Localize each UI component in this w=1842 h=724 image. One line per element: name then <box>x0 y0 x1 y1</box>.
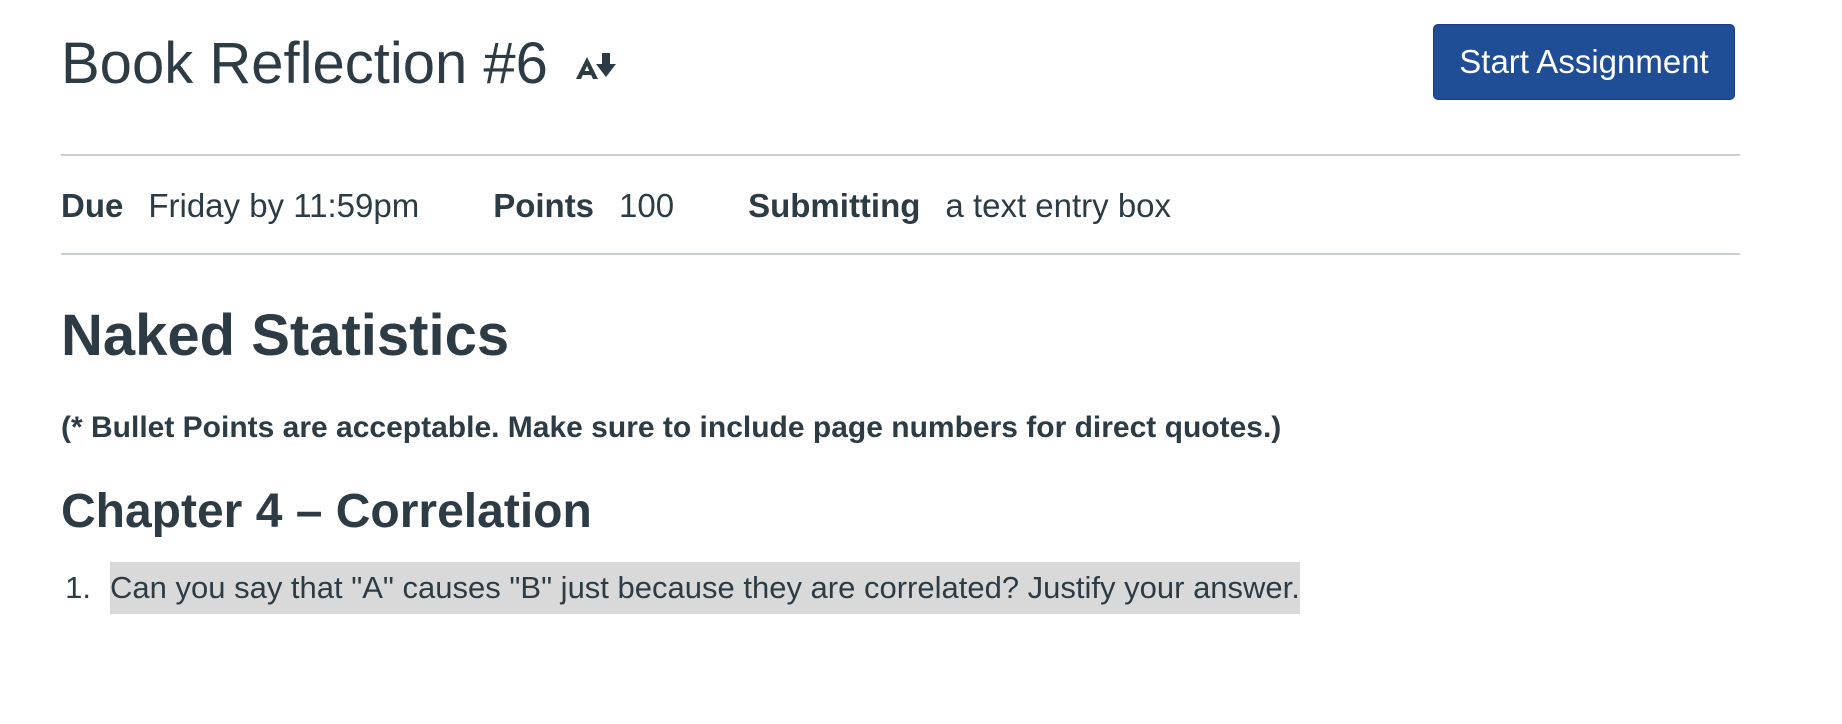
immersive-reader-icon[interactable] <box>574 49 620 85</box>
submitting-value: a text entry box <box>945 187 1172 224</box>
points-value: 100 <box>619 187 675 224</box>
divider <box>61 253 1740 255</box>
points-label: Points <box>493 187 595 224</box>
page-title: Book Reflection #6 <box>61 31 548 96</box>
question-number: 1. <box>65 570 91 605</box>
question-list: 1. Can you say that "A" causes "B" just … <box>61 562 1300 614</box>
start-assignment-button[interactable]: Start Assignment <box>1433 24 1735 100</box>
chapter-heading: Chapter 4 – Correlation <box>61 485 592 538</box>
due-label: Due <box>61 187 124 224</box>
title-row: Book Reflection #6 <box>61 28 620 100</box>
submitting-label: Submitting <box>748 187 921 224</box>
book-heading: Naked Statistics <box>61 303 510 368</box>
instructions-note: (* Bullet Points are acceptable. Make su… <box>61 411 1282 444</box>
divider <box>61 154 1740 156</box>
assignment-details: Due Friday by 11:59pm Points 100 Submitt… <box>61 182 1245 230</box>
due-value: Friday by 11:59pm <box>148 187 420 224</box>
question-text: Can you say that "A" causes "B" just bec… <box>110 562 1300 614</box>
list-item: 1. Can you say that "A" causes "B" just … <box>61 562 1300 614</box>
assignment-page: Book Reflection #6 Start Assignment Due … <box>0 0 1842 724</box>
